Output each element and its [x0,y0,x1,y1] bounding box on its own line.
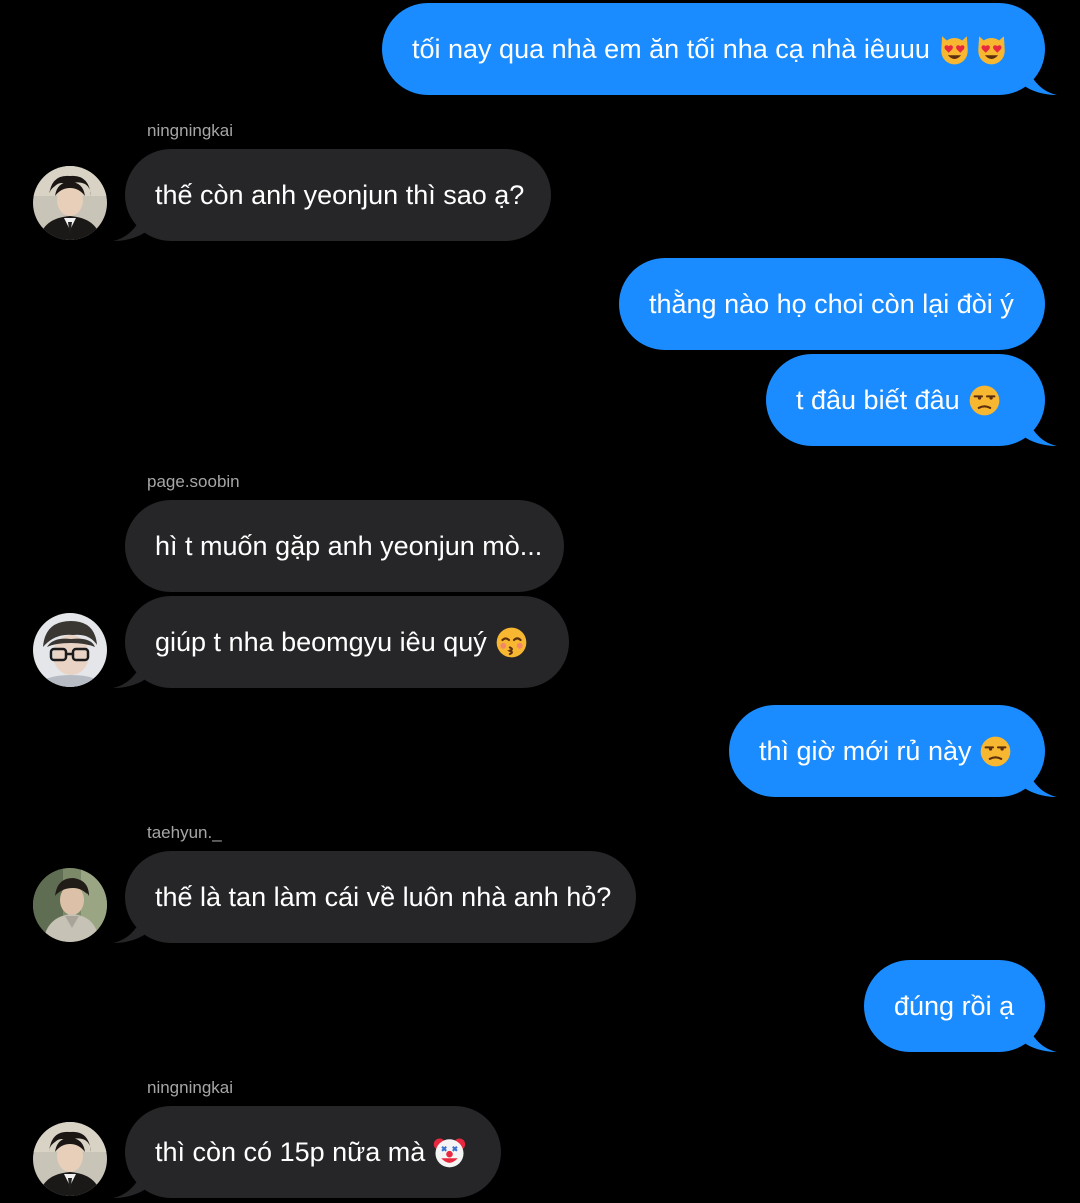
message-text: thế là tan làm cái về luôn nhà anh hỏ? [155,881,612,912]
message-text: hì t muốn gặp anh yeonjun mò... [155,530,543,561]
smiling-cat-heart-eyes-emoji [938,33,971,66]
bubble-tail [113,903,147,943]
message-text: t đâu biết đâu [796,384,960,415]
bubble-tail [1023,1012,1057,1052]
message-text: thằng nào họ choi còn lại đòi ý [649,288,1014,319]
message-text: đúng rồi ạ [894,990,1015,1021]
message-bubble-outgoing[interactable]: t đâu biết đâu [766,354,1045,446]
message-bubble-incoming[interactable]: thì còn có 15p nữa mà [125,1106,501,1198]
message-bubble-incoming[interactable]: thế là tan làm cái về luôn nhà anh hỏ? [125,851,636,943]
avatar-ningningkai[interactable] [33,1122,107,1196]
message-text: tối nay qua nhà em ăn tối nha cạ nhà iêu… [412,33,930,64]
message-bubble-incoming[interactable]: giúp t nha beomgyu iêu quý [125,596,569,688]
sender-name: page.soobin [147,472,240,491]
message-text: thì giờ mới rủ này [759,735,972,766]
message-text: thế còn anh yeonjun thì sao ạ? [155,179,525,210]
unamused-face-emoji [979,735,1012,768]
message-bubble-outgoing[interactable]: tối nay qua nhà em ăn tối nha cạ nhà iêu… [382,3,1045,95]
bubble-tail [113,648,147,688]
bubble-tail [113,1158,147,1198]
message-bubble-outgoing[interactable]: đúng rồi ạ [864,960,1045,1052]
unamused-face-emoji [968,384,1001,417]
bubble-tail [113,201,147,241]
message-text: giúp t nha beomgyu iêu quý [155,626,487,657]
avatar-taehyun[interactable] [33,868,107,942]
bubble-tail [1023,406,1057,446]
avatar-ningningkai[interactable] [33,166,107,240]
sender-name: taehyun._ [147,823,222,842]
message-text: thì còn có 15p nữa mà [155,1136,426,1167]
message-bubble-outgoing[interactable]: thằng nào họ choi còn lại đòi ý [619,258,1045,350]
smiling-cat-heart-eyes-emoji [975,33,1008,66]
sender-name: ningningkai [147,121,234,140]
bubble-tail [1023,757,1057,797]
clown-face-emoji [433,1136,466,1169]
message-bubble-outgoing[interactable]: thì giờ mới rủ này [729,705,1045,797]
bubble-tail [1023,55,1057,95]
kissing-face-closed-eyes-emoji [495,626,528,659]
sender-name: ningningkai [147,1078,234,1097]
message-bubble-incoming[interactable]: hì t muốn gặp anh yeonjun mò... [125,500,564,592]
message-bubble-incoming[interactable]: thế còn anh yeonjun thì sao ạ? [125,149,551,241]
avatar-page-soobin[interactable] [33,613,107,687]
